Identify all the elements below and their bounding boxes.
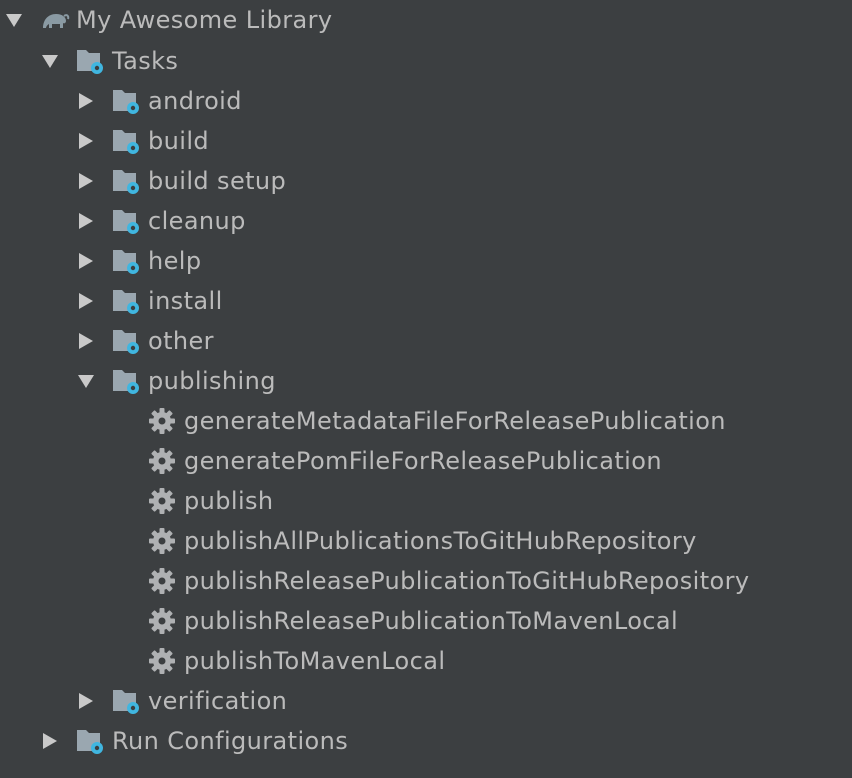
collapse-arrow-icon[interactable]: [76, 681, 96, 721]
expand-arrow-icon[interactable]: [76, 361, 96, 401]
group-label: publishing: [148, 367, 276, 395]
tree-node-group-help[interactable]: help: [0, 241, 852, 281]
task-item[interactable]: generatePomFileForReleasePublication: [0, 441, 852, 481]
task-folder-icon: [112, 326, 142, 356]
gradle-elephant-icon: [40, 5, 70, 35]
collapse-arrow-icon[interactable]: [76, 161, 96, 201]
tree-node-group-other[interactable]: other: [0, 321, 852, 361]
group-label: other: [148, 327, 214, 355]
run-config-folder-icon: [76, 726, 106, 756]
collapse-arrow-icon[interactable]: [40, 721, 60, 761]
expand-arrow-icon[interactable]: [4, 0, 24, 40]
run-configurations-label: Run Configurations: [112, 727, 349, 755]
task-item[interactable]: publishReleasePublicationToMavenLocal: [0, 601, 852, 641]
collapse-arrow-icon[interactable]: [76, 121, 96, 161]
tree-node-group-android[interactable]: android: [0, 81, 852, 121]
tree-node-tasks[interactable]: Tasks: [0, 41, 852, 81]
tree-node-run-configurations[interactable]: Run Configurations: [0, 721, 852, 761]
task-folder-icon: [112, 86, 142, 116]
tree-node-group-build[interactable]: build: [0, 121, 852, 161]
expand-arrow-icon[interactable]: [40, 41, 60, 81]
task-item[interactable]: publish: [0, 481, 852, 521]
gear-icon: [148, 526, 178, 556]
task-folder-icon: [112, 126, 142, 156]
group-label: install: [148, 287, 223, 315]
task-folder-icon: [112, 246, 142, 276]
tree-node-group-publishing[interactable]: publishing: [0, 361, 852, 401]
gear-icon: [148, 406, 178, 436]
collapse-arrow-icon[interactable]: [76, 201, 96, 241]
tree-node-group-install[interactable]: install: [0, 281, 852, 321]
root-label: My Awesome Library: [76, 6, 333, 34]
tree-node-group-verification[interactable]: verification: [0, 681, 852, 721]
task-label: publishReleasePublicationToMavenLocal: [184, 607, 679, 635]
task-item[interactable]: generateMetadataFileForReleasePublicatio…: [0, 401, 852, 441]
task-folder-icon: [76, 46, 106, 76]
gear-icon: [148, 646, 178, 676]
task-folder-icon: [112, 286, 142, 316]
tasks-label: Tasks: [112, 47, 179, 75]
group-label: build: [148, 127, 210, 155]
group-label: verification: [148, 687, 288, 715]
task-item[interactable]: publishAllPublicationsToGitHubRepository: [0, 521, 852, 561]
task-item[interactable]: publishReleasePublicationToGitHubReposit…: [0, 561, 852, 601]
collapse-arrow-icon[interactable]: [76, 281, 96, 321]
gear-icon: [148, 606, 178, 636]
collapse-arrow-icon[interactable]: [76, 321, 96, 361]
group-label: android: [148, 87, 242, 115]
tree-node-root[interactable]: My Awesome Library: [0, 0, 852, 40]
collapse-arrow-icon[interactable]: [76, 81, 96, 121]
task-folder-icon: [112, 166, 142, 196]
tree-node-group-cleanup[interactable]: cleanup: [0, 201, 852, 241]
group-label: cleanup: [148, 207, 246, 235]
gear-icon: [148, 566, 178, 596]
task-label: generatePomFileForReleasePublication: [184, 447, 662, 475]
task-label: publishToMavenLocal: [184, 647, 446, 675]
gradle-task-tree: My Awesome Library Tasks android build b…: [0, 0, 852, 778]
task-label: publishReleasePublicationToGitHubReposit…: [184, 567, 750, 595]
task-item[interactable]: publishToMavenLocal: [0, 641, 852, 681]
task-label: generateMetadataFileForReleasePublicatio…: [184, 407, 726, 435]
task-folder-icon: [112, 686, 142, 716]
task-label: publish: [184, 487, 274, 515]
gear-icon: [148, 446, 178, 476]
collapse-arrow-icon[interactable]: [76, 241, 96, 281]
group-label: build setup: [148, 167, 287, 195]
task-label: publishAllPublicationsToGitHubRepository: [184, 527, 697, 555]
group-label: help: [148, 247, 202, 275]
task-folder-icon: [112, 366, 142, 396]
gear-icon: [148, 486, 178, 516]
tree-node-group-build-setup[interactable]: build setup: [0, 161, 852, 201]
task-folder-icon: [112, 206, 142, 236]
